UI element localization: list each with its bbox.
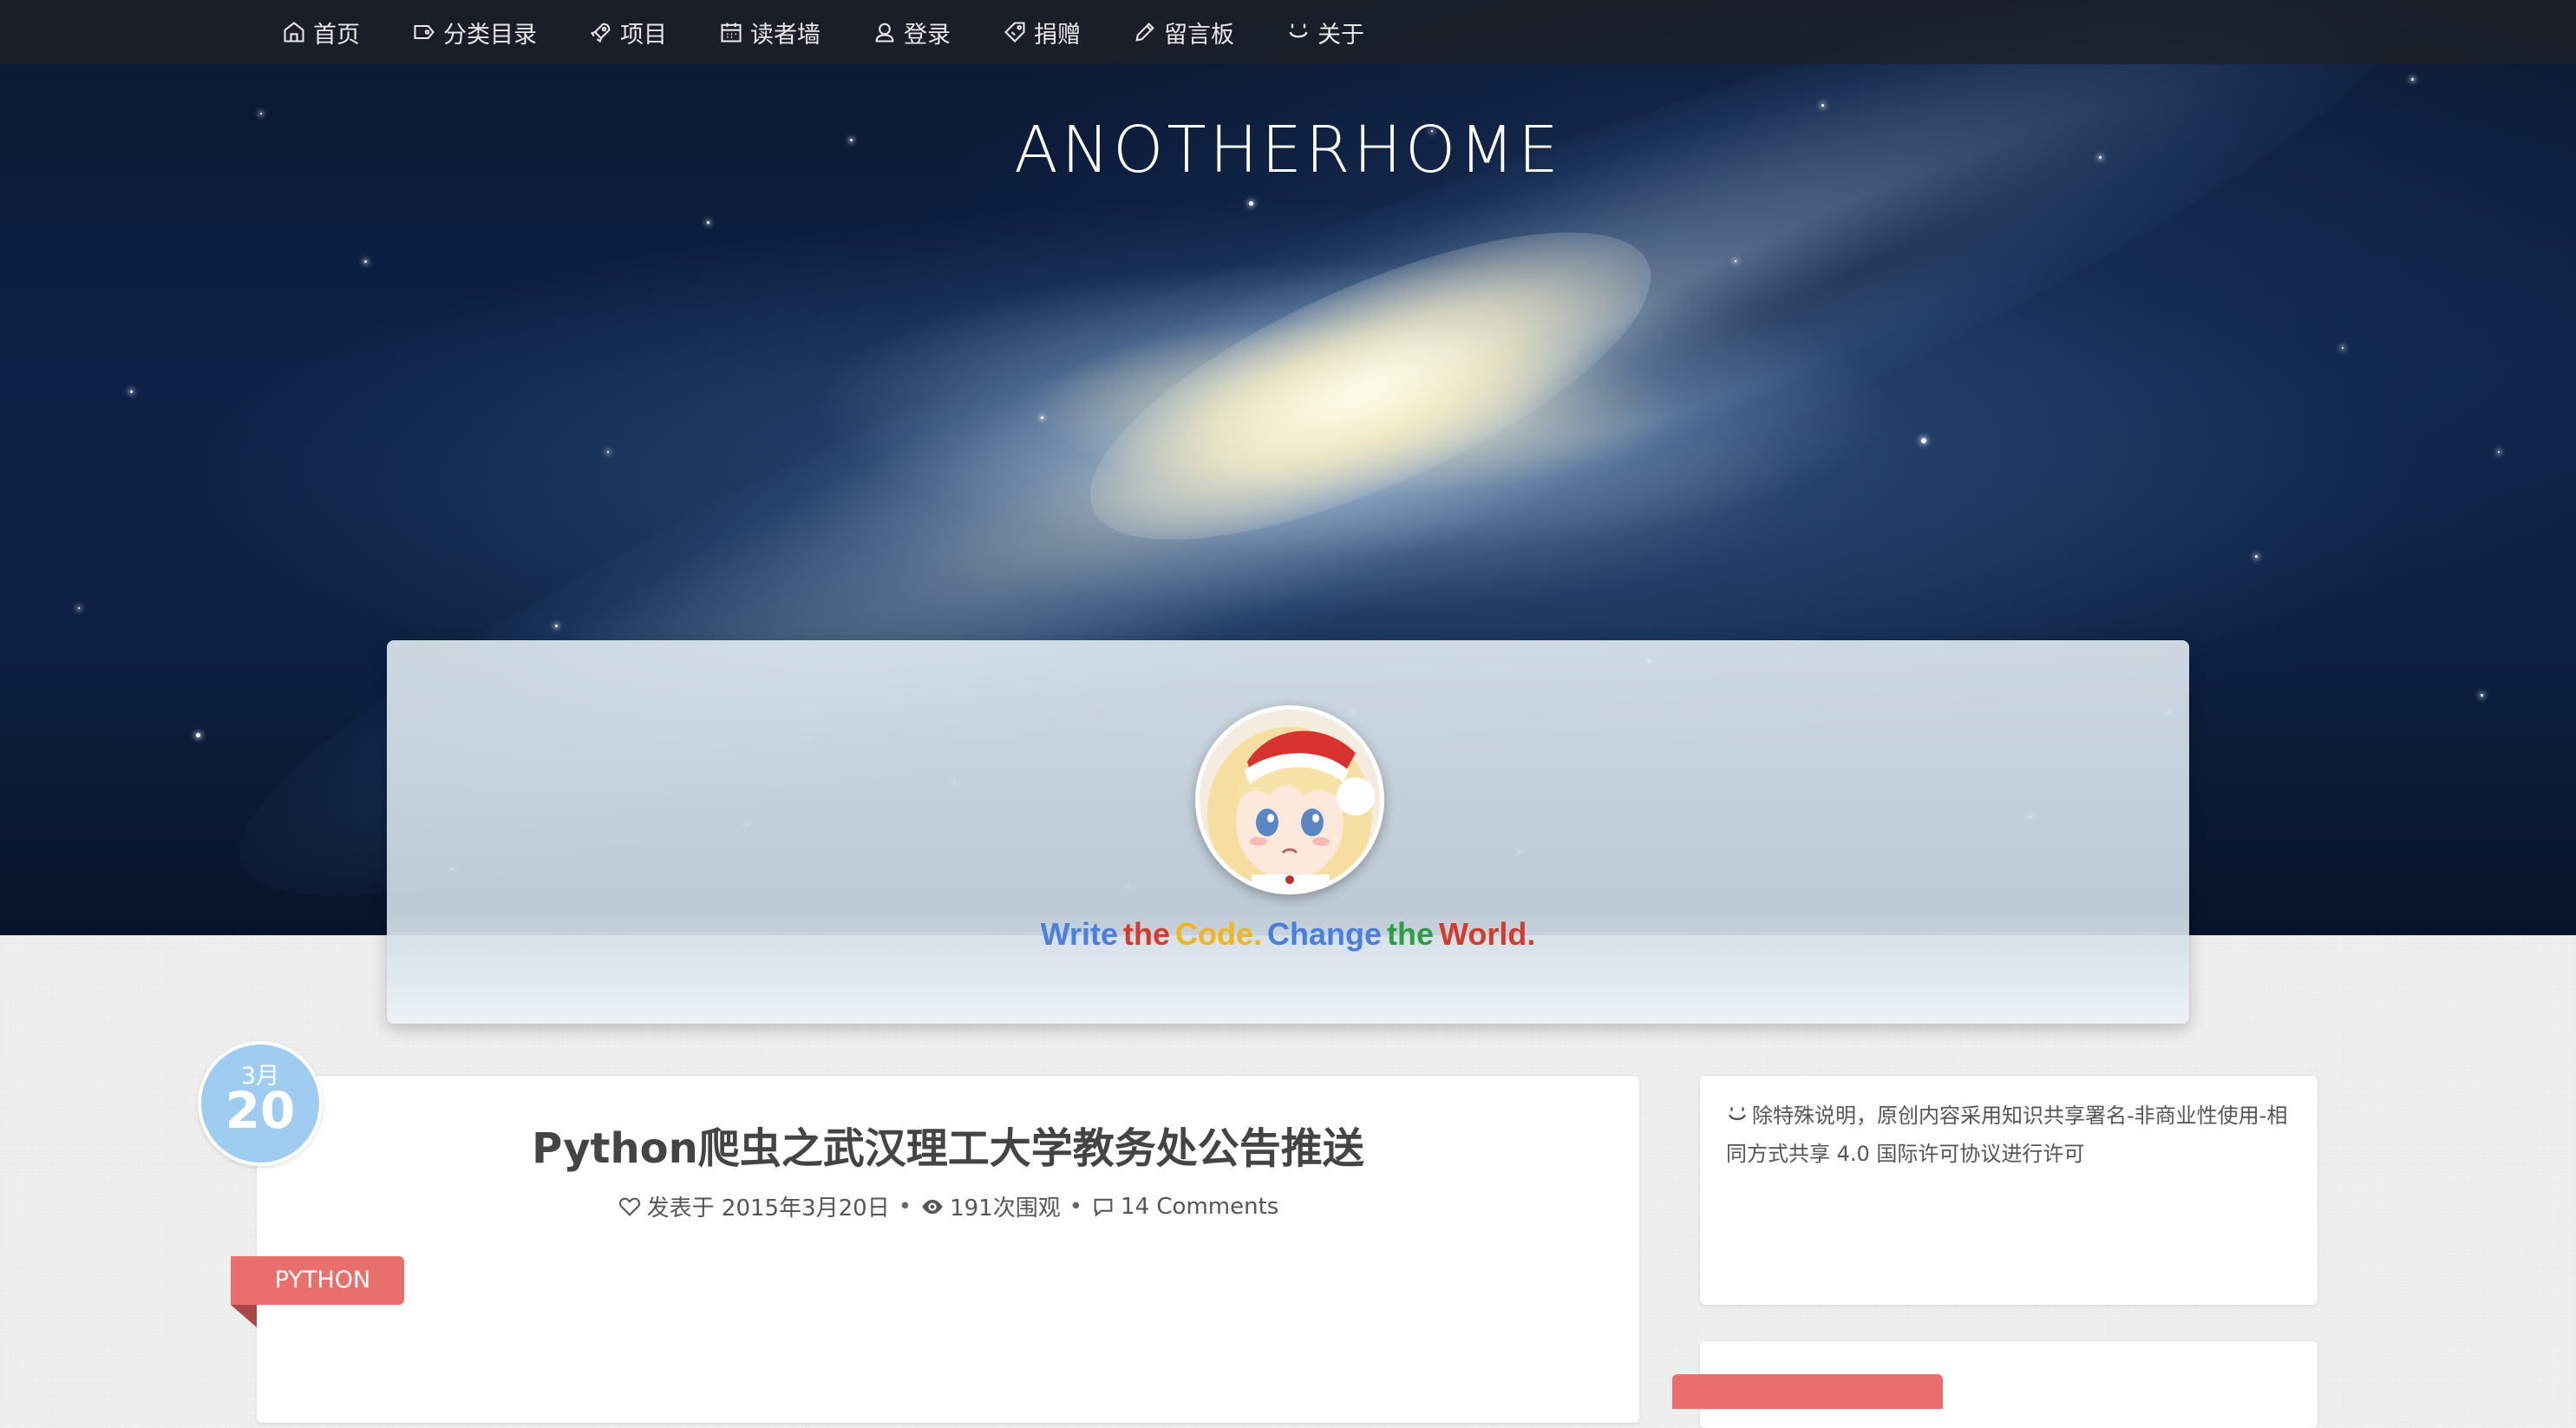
comment-icon	[1094, 1198, 1113, 1217]
star	[364, 260, 367, 263]
pencil-icon	[1135, 23, 1154, 42]
slogan-word: the	[1387, 916, 1435, 952]
star	[555, 625, 558, 627]
slogan-word: Write	[1040, 916, 1118, 952]
meta-separator: •	[1069, 1193, 1083, 1220]
license-notice: 除特殊说明，原创内容采用知识共享署名-非商业性使用-相同方式共享 4.0 国际许…	[1726, 1097, 2298, 1173]
widget-title-ribbon	[1672, 1374, 1943, 1409]
slogan-word: World.	[1439, 916, 1536, 952]
heart-icon	[618, 1197, 640, 1216]
star	[78, 607, 80, 609]
ribbon-fold	[231, 1305, 257, 1327]
star	[2498, 451, 2500, 453]
nav-label: 读者墙	[750, 21, 821, 49]
star	[2481, 694, 2483, 697]
nav-item-guestbook[interactable]: 留言板	[1133, 16, 1234, 49]
nav-item-projects[interactable]: 项目	[589, 16, 667, 49]
date-day: 20	[225, 1081, 296, 1140]
home-icon	[284, 22, 304, 43]
license-text: 除特殊说明，原创内容采用知识共享署名-非商业性使用-相同方式共享 4.0 国际许…	[1726, 1104, 2288, 1166]
star	[707, 221, 709, 224]
star	[130, 390, 133, 393]
price-tag-icon	[1004, 22, 1025, 43]
user-icon	[875, 23, 894, 43]
category-ribbon[interactable]: PYTHON	[231, 1256, 404, 1305]
slogan-word: Change	[1267, 916, 1383, 952]
post-comments-text[interactable]: 14 Comments	[1121, 1194, 1278, 1220]
post-views-meta: 191次围观	[920, 1190, 1061, 1222]
top-nav: 首页 分类目录 项目 读者墙 登录 捐赠 留言板 关于	[0, 0, 2576, 64]
star	[2342, 347, 2344, 349]
site-title[interactable]: ANOTHERHOME	[0, 113, 2576, 187]
slogan-word: the	[1123, 916, 1170, 952]
post-date-meta: 发表于 2015年3月20日	[618, 1190, 890, 1222]
star	[196, 733, 200, 737]
nav-label: 留言板	[1164, 21, 1234, 49]
nav-item-readers[interactable]: 读者墙	[719, 16, 821, 49]
nav-item-donate[interactable]: 捐赠	[1003, 16, 1081, 49]
nav-label: 分类目录	[443, 21, 537, 49]
avatar-anime-girl-icon	[1200, 710, 1380, 890]
tag-icon	[414, 24, 435, 40]
post-meta: 发表于 2015年3月20日 • 191次围观 • 14 Comments	[257, 1190, 1639, 1222]
nav-label: 项目	[620, 21, 667, 49]
nav-item-about[interactable]: 关于	[1286, 16, 1364, 49]
post-comments-meta[interactable]: 14 Comments	[1091, 1194, 1278, 1220]
slogan-word: Code.	[1175, 916, 1263, 952]
eye-icon	[922, 1199, 943, 1214]
license-card: 除特殊说明，原创内容采用知识共享署名-非商业性使用-相同方式共享 4.0 国际许…	[1700, 1076, 2318, 1305]
nav-label: 关于	[1317, 21, 1364, 49]
star	[2255, 555, 2258, 558]
nav-item-home[interactable]: 首页	[282, 16, 360, 49]
smiley-icon	[1289, 23, 1308, 38]
star	[1735, 260, 1736, 262]
rocket-icon	[590, 23, 611, 43]
calendar-icon	[721, 23, 742, 43]
meta-separator: •	[898, 1193, 912, 1220]
star	[1921, 438, 1926, 443]
slogan: Write the Code. Change the World.	[387, 916, 2189, 953]
nav-item-categories[interactable]: 分类目录	[412, 16, 537, 49]
star	[607, 451, 609, 453]
date-badge: 3月 20	[198, 1041, 323, 1166]
nav-label: 首页	[313, 21, 360, 49]
post-views-text: 191次围观	[950, 1195, 1061, 1222]
post-title[interactable]: Python爬虫之武汉理工大学教务处公告推送	[257, 1114, 1639, 1175]
post-card: Python爬虫之武汉理工大学教务处公告推送 发表于 2015年3月20日 • …	[257, 1076, 1639, 1423]
smiley-icon	[1729, 1107, 1746, 1121]
nav-item-login[interactable]: 登录	[873, 16, 951, 49]
post-date-text: 发表于 2015年3月20日	[646, 1195, 890, 1222]
star	[1249, 201, 1253, 206]
nav-label: 捐赠	[1034, 21, 1081, 49]
profile-card: Write the Code. Change the World.	[387, 640, 2189, 1024]
avatar[interactable]	[1195, 705, 1384, 894]
star	[1041, 416, 1043, 419]
star	[1821, 104, 1824, 107]
nav-label: 登录	[904, 21, 951, 49]
star	[2411, 78, 2414, 81]
